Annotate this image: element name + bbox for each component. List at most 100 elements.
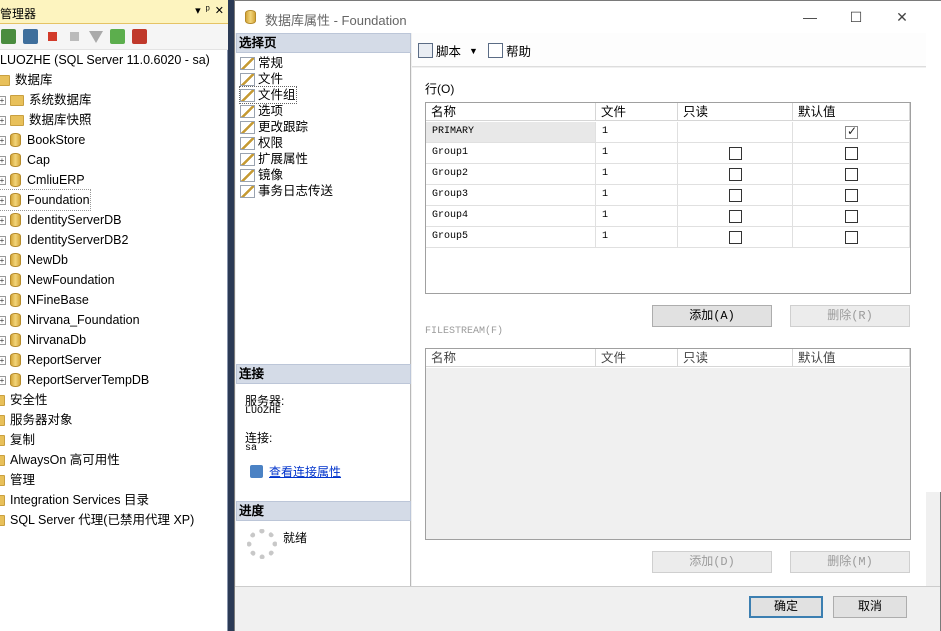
page-item[interactable]: 镜像 bbox=[240, 167, 283, 183]
table-row[interactable]: Group1 1 bbox=[426, 143, 910, 164]
dropdown-icon[interactable]: ▾ bbox=[195, 4, 201, 17]
close-icon[interactable]: ✕ bbox=[215, 4, 224, 17]
expand-icon[interactable]: + bbox=[0, 95, 6, 105]
expand-icon[interactable]: + bbox=[0, 175, 6, 185]
readonly-checkbox[interactable] bbox=[729, 189, 742, 202]
readonly-checkbox[interactable] bbox=[729, 231, 742, 244]
default-checkbox[interactable] bbox=[845, 189, 858, 202]
refresh-icon[interactable] bbox=[110, 29, 125, 44]
readonly-checkbox[interactable] bbox=[729, 168, 742, 181]
view-connection-properties-link[interactable]: 查看连接属性 bbox=[250, 463, 341, 480]
filegroup-name-cell[interactable]: Group1 bbox=[426, 143, 596, 164]
connect-object-icon[interactable] bbox=[23, 29, 38, 44]
expand-icon[interactable]: + bbox=[0, 315, 6, 325]
expand-icon[interactable]: + bbox=[0, 235, 6, 245]
page-item[interactable]: 权限 bbox=[240, 135, 283, 151]
page-item[interactable]: 文件 bbox=[240, 71, 283, 87]
page-item[interactable]: 选项 bbox=[240, 103, 283, 119]
script-button[interactable]: 脚本 ▼ bbox=[418, 41, 478, 60]
maximize-button[interactable]: ☐ bbox=[833, 5, 879, 29]
expand-icon[interactable]: + bbox=[0, 135, 6, 145]
tree-node-database[interactable]: + NFineBase bbox=[0, 290, 89, 310]
readonly-checkbox[interactable] bbox=[729, 147, 742, 160]
server-node[interactable]: LUOZHE (SQL Server 11.0.6020 - sa) bbox=[0, 50, 210, 70]
default-checkbox[interactable] bbox=[845, 147, 858, 160]
table-row[interactable]: PRIMARY 1 bbox=[426, 122, 910, 143]
tree-node-database[interactable]: + NewDb bbox=[0, 250, 68, 270]
default-checkbox[interactable] bbox=[845, 231, 858, 244]
tree-node-database[interactable]: + NewFoundation bbox=[0, 270, 115, 290]
readonly-checkbox[interactable] bbox=[729, 210, 742, 223]
column-header[interactable]: 文件 bbox=[596, 349, 678, 367]
page-item[interactable]: 文件组 bbox=[239, 86, 297, 104]
chevron-down-icon[interactable]: ▼ bbox=[469, 46, 478, 56]
expand-icon[interactable]: + bbox=[0, 195, 6, 205]
expand-icon[interactable]: + bbox=[0, 255, 6, 265]
tree-node-database[interactable]: + NirvanaDb bbox=[0, 330, 86, 350]
table-row[interactable]: Group2 1 bbox=[426, 164, 910, 185]
default-checkbox[interactable] bbox=[845, 124, 858, 139]
tree-node-top[interactable]: 复制 bbox=[0, 430, 35, 450]
add-filegroup-button[interactable]: 添加(A) bbox=[652, 305, 772, 327]
table-row[interactable]: Group3 1 bbox=[426, 185, 910, 206]
filter-icon[interactable] bbox=[89, 30, 103, 43]
column-header[interactable]: 文件 bbox=[596, 103, 678, 121]
tree-node-database[interactable]: + IdentityServerDB2 bbox=[0, 230, 128, 250]
expand-icon[interactable]: + bbox=[0, 355, 6, 365]
page-item[interactable]: 事务日志传送 bbox=[240, 183, 333, 199]
table-row[interactable]: Group5 1 bbox=[426, 227, 910, 248]
column-header[interactable]: 名称 bbox=[426, 349, 596, 367]
filegroup-name-cell[interactable]: Group5 bbox=[426, 227, 596, 248]
ok-button[interactable]: 确定 bbox=[749, 596, 823, 618]
expand-icon[interactable]: + bbox=[0, 215, 6, 225]
close-button[interactable]: ✕ bbox=[879, 5, 925, 29]
remove-filegroup-button[interactable]: 删除(R) bbox=[790, 305, 910, 327]
minimize-button[interactable]: — bbox=[787, 5, 833, 29]
column-header[interactable]: 只读 bbox=[678, 103, 793, 121]
tree-node-database[interactable]: + ReportServer bbox=[0, 350, 101, 370]
expand-icon[interactable]: + bbox=[0, 115, 6, 125]
pin-icon[interactable]: ᵖ bbox=[206, 4, 210, 17]
tree-node-database[interactable]: + CmliuERP bbox=[0, 170, 85, 190]
expand-icon[interactable]: + bbox=[0, 155, 6, 165]
tree-node-db-folder[interactable]: + 系统数据库 bbox=[0, 90, 92, 110]
tree-node-database[interactable]: + Foundation bbox=[0, 189, 91, 211]
tree-node-database[interactable]: + Nirvana_Foundation bbox=[0, 310, 140, 330]
expand-icon[interactable]: + bbox=[0, 335, 6, 345]
expand-icon[interactable]: + bbox=[0, 295, 6, 305]
tree-node-top[interactable]: Integration Services 目录 bbox=[0, 490, 149, 510]
table-row[interactable]: Group4 1 bbox=[426, 206, 910, 227]
tree-node-db-folder[interactable]: + 数据库快照 bbox=[0, 110, 92, 130]
column-header[interactable]: 名称 bbox=[426, 103, 596, 121]
tree-node-database[interactable]: + ReportServerTempDB bbox=[0, 370, 149, 390]
stop-icon[interactable] bbox=[70, 32, 79, 41]
tree-node-top[interactable]: 服务器对象 bbox=[0, 410, 73, 430]
tree-node-databases[interactable]: 数据库 bbox=[0, 70, 53, 90]
tree-node-database[interactable]: + BookStore bbox=[0, 130, 85, 150]
page-item[interactable]: 扩展属性 bbox=[240, 151, 308, 167]
cancel-button[interactable]: 取消 bbox=[833, 596, 907, 618]
activity-monitor-icon[interactable] bbox=[132, 29, 147, 44]
view-connection-properties-label[interactable]: 查看连接属性 bbox=[269, 463, 341, 480]
tree-node-top[interactable]: 安全性 bbox=[0, 390, 48, 410]
help-button[interactable]: 帮助 bbox=[488, 41, 531, 60]
tree-node-top[interactable]: AlwaysOn 高可用性 bbox=[0, 450, 120, 470]
expand-icon[interactable]: + bbox=[0, 275, 6, 285]
add-filestream-button[interactable]: 添加(D) bbox=[652, 551, 772, 573]
filegroup-name-cell[interactable]: Group2 bbox=[426, 164, 596, 185]
connect-icon[interactable] bbox=[1, 29, 16, 44]
column-header[interactable]: 只读 bbox=[678, 349, 793, 367]
column-header[interactable]: 默认值 bbox=[793, 103, 910, 121]
disconnect-icon[interactable] bbox=[48, 32, 57, 41]
page-item[interactable]: 常规 bbox=[240, 55, 283, 71]
tree-node-database[interactable]: + IdentityServerDB bbox=[0, 210, 121, 230]
page-item[interactable]: 更改跟踪 bbox=[240, 119, 308, 135]
filegroup-name-cell[interactable]: Group4 bbox=[426, 206, 596, 227]
filegroup-name-cell[interactable]: Group3 bbox=[426, 185, 596, 206]
column-header[interactable]: 默认值 bbox=[793, 349, 910, 367]
tree-node-top[interactable]: 管理 bbox=[0, 470, 35, 490]
default-checkbox[interactable] bbox=[845, 168, 858, 181]
tree-node-database[interactable]: + Cap bbox=[0, 150, 50, 170]
remove-filestream-button[interactable]: 删除(M) bbox=[790, 551, 910, 573]
expand-icon[interactable]: + bbox=[0, 375, 6, 385]
